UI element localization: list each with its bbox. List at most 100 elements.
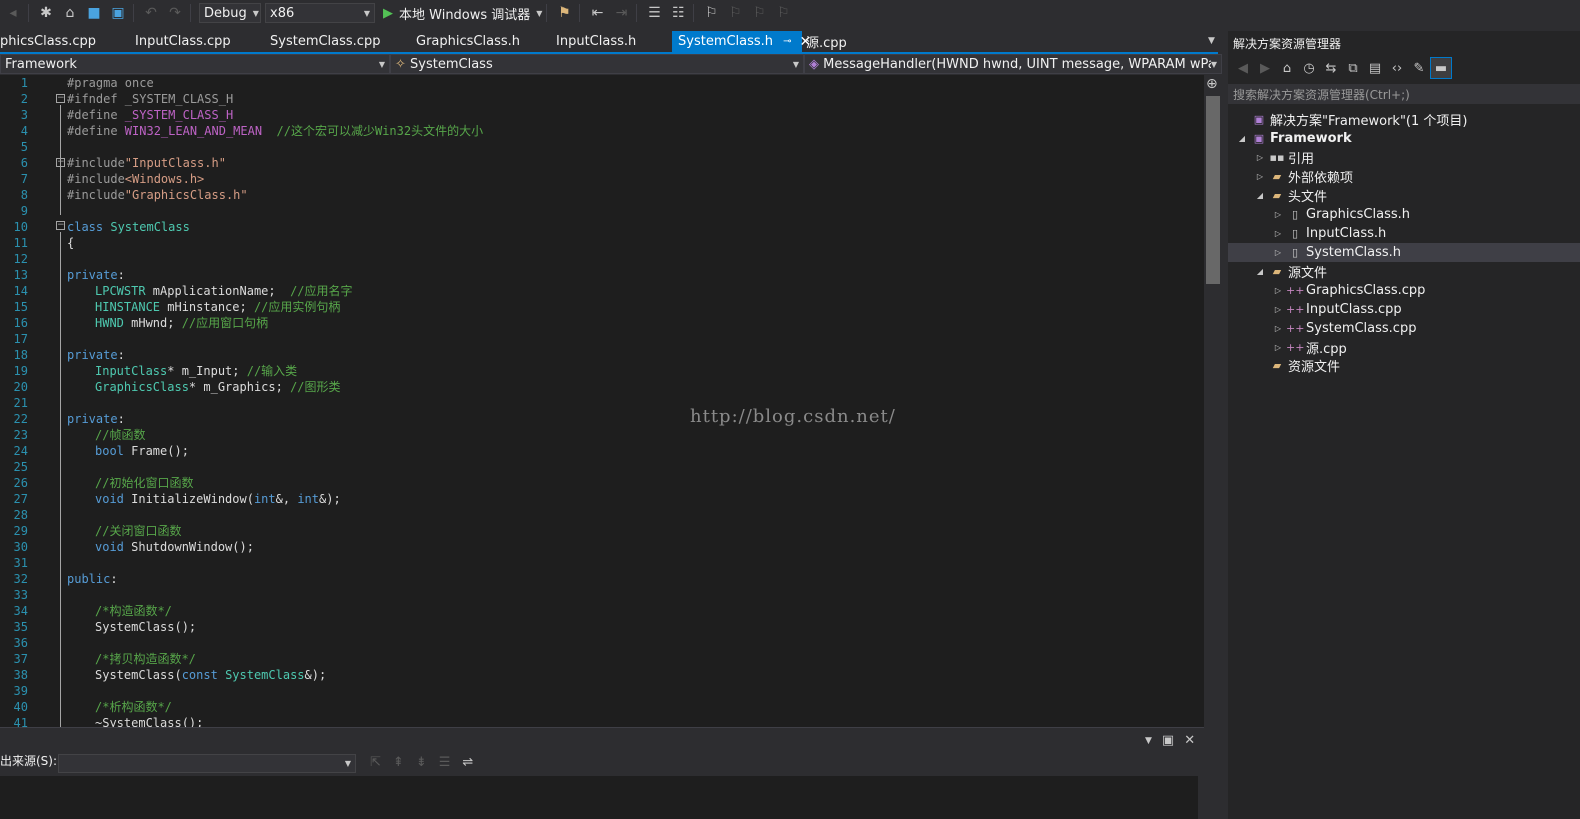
expanded-arrow-icon[interactable]: ◢ — [1234, 134, 1250, 143]
tab-systemclass-cpp[interactable]: SystemClass.cpp — [270, 31, 416, 52]
start-debugging-button[interactable]: ▶ 本地 Windows 调试器 ▼ — [383, 4, 542, 23]
split-window-icon[interactable]: ⊕ — [1206, 76, 1218, 92]
tree-item-header-file-selected[interactable]: ▷ ▯ SystemClass.h — [1228, 243, 1580, 262]
tree-item-label: Framework — [1270, 131, 1352, 146]
tree-item-external-deps[interactable]: ▷ ▰ 外部依赖项 — [1252, 167, 1353, 186]
redo-icon[interactable]: ↷ — [164, 2, 186, 24]
tree-item-label: GraphicsClass.h — [1306, 207, 1410, 222]
code-line-4: #define WIN32_LEAN_AND_MEAN //这个宏可以减少Win… — [67, 123, 483, 139]
tab-graphicsclass-cpp[interactable]: phicsClass.cpp — [0, 31, 135, 52]
solution-config-select[interactable]: Debug ▼ — [199, 3, 261, 23]
tree-item-resources-folder[interactable]: ▰ 资源文件 — [1252, 356, 1340, 375]
collapsed-arrow-icon[interactable]: ▷ — [1270, 343, 1286, 352]
solution-search-input[interactable]: 搜索解决方案资源管理器(Ctrl+;) — [1228, 84, 1580, 104]
class-dropdown[interactable]: ✧ SystemClass ▼ — [390, 54, 804, 74]
line-number: 14 — [13, 284, 28, 298]
tab-inputclass-h[interactable]: InputClass.h — [556, 31, 672, 52]
forward-icon[interactable]: ▶ — [1254, 57, 1276, 79]
line-number: 15 — [13, 300, 28, 314]
clear-all-icon[interactable]: ☰ — [439, 755, 451, 770]
view-code-icon[interactable]: ‹› — [1386, 57, 1408, 79]
comment-lines-icon[interactable]: ☰ — [643, 2, 665, 24]
collapse-icon[interactable]: − — [56, 94, 65, 103]
tree-item-source-file[interactable]: ▷ ++ GraphicsClass.cpp — [1270, 281, 1425, 300]
output-source-select[interactable]: ▼ — [58, 754, 356, 773]
collapse-icon[interactable]: − — [56, 158, 65, 167]
indent-icon[interactable]: ⇥ — [610, 2, 632, 24]
show-all-files-icon[interactable]: ▤ — [1364, 57, 1386, 79]
member-dropdown[interactable]: ◈ MessageHandler(HWND hwnd, UINT message… — [804, 54, 1222, 74]
open-file-icon[interactable]: ⌂ — [59, 2, 81, 24]
find-in-files-icon[interactable]: ⚑ — [553, 2, 575, 24]
find-message-icon[interactable]: ⇱ — [370, 755, 381, 770]
preprocessor-directive: #define — [67, 108, 125, 122]
cpp-file-icon: ++ — [1286, 322, 1305, 335]
code-text-span: ~SystemClass(); — [95, 716, 204, 727]
tree-item-sources-folder[interactable]: ◢ ▰ 源文件 — [1252, 262, 1327, 281]
solution-platform-select[interactable]: x86 ▼ — [265, 3, 375, 23]
tree-item-source-file[interactable]: ▷ ++ InputClass.cpp — [1270, 300, 1402, 319]
sync-icon[interactable]: ⇆ — [1320, 57, 1342, 79]
scrollbar-thumb[interactable] — [1206, 96, 1220, 284]
preview-selected-icon[interactable]: ▬ — [1430, 57, 1452, 79]
line-number: 35 — [13, 620, 28, 634]
tree-item-solution[interactable]: ▣ 解决方案"Framework"(1 个项目) — [1234, 110, 1468, 129]
tab-source-cpp[interactable]: 源.cpp — [802, 31, 882, 52]
collapsed-arrow-icon[interactable]: ▷ — [1270, 210, 1286, 219]
expanded-arrow-icon[interactable]: ◢ — [1252, 267, 1268, 276]
output-text-area[interactable] — [0, 776, 1198, 819]
tab-inputclass-cpp[interactable]: InputClass.cpp — [135, 31, 270, 52]
back-icon[interactable]: ◀ — [1232, 57, 1254, 79]
collapsed-arrow-icon[interactable]: ▷ — [1270, 248, 1286, 257]
uncomment-lines-icon[interactable]: ☷ — [667, 2, 689, 24]
prev-bookmark-icon[interactable]: ⚐ — [724, 2, 746, 24]
word-wrap-icon[interactable]: ⇌ — [462, 755, 473, 770]
next-bookmark-icon[interactable]: ⚐ — [748, 2, 770, 24]
tree-item-header-file[interactable]: ▷ ▯ GraphicsClass.h — [1270, 205, 1410, 224]
prev-message-icon[interactable]: ⇞ — [393, 755, 404, 770]
save-icon[interactable]: ■ — [83, 2, 105, 24]
project-dropdown[interactable]: Framework ▼ — [0, 54, 390, 74]
clear-bookmarks-icon[interactable]: ⚐ — [772, 2, 794, 24]
maximize-icon[interactable]: ▣ — [1162, 733, 1174, 748]
code-comment: //输入类 — [246, 364, 298, 378]
new-project-icon[interactable]: ✱ — [35, 2, 57, 24]
code-line-1: #pragma once — [67, 75, 154, 91]
tree-item-references[interactable]: ▷ ▪▪ 引用 — [1252, 148, 1314, 167]
tree-item-headers-folder[interactable]: ◢ ▰ 头文件 — [1252, 186, 1327, 205]
properties-icon[interactable]: ✎ — [1408, 57, 1430, 79]
collapse-icon[interactable]: − — [56, 221, 65, 230]
collapsed-arrow-icon[interactable]: ▷ — [1252, 172, 1268, 181]
tree-item-source-file[interactable]: ▷ ++ 源.cpp — [1270, 338, 1347, 357]
tree-item-project[interactable]: ◢ ▣ Framework — [1234, 129, 1352, 148]
line-number: 3 — [20, 108, 28, 122]
expanded-arrow-icon[interactable]: ◢ — [1252, 191, 1268, 200]
next-message-icon[interactable]: ⇟ — [416, 755, 427, 770]
tab-label: InputClass.h — [556, 34, 637, 49]
collapsed-arrow-icon[interactable]: ▷ — [1270, 324, 1286, 333]
bookmark-icon[interactable]: ⚐ — [700, 2, 722, 24]
collapsed-arrow-icon[interactable]: ▷ — [1252, 153, 1268, 162]
close-icon[interactable]: ✕ — [1184, 733, 1195, 748]
home-icon[interactable]: ⌂ — [1276, 57, 1298, 79]
chevron-down-icon[interactable]: ▼ — [1145, 736, 1152, 748]
tab-overflow-chevron-icon[interactable]: ▼ — [1208, 36, 1215, 46]
pending-changes-icon[interactable]: ◷ — [1298, 57, 1320, 79]
collapse-all-icon[interactable]: ⧉ — [1342, 57, 1364, 79]
tab-graphicsclass-h[interactable]: GraphicsClass.h — [416, 31, 556, 52]
pin-icon[interactable]: ⊸ — [783, 36, 791, 47]
collapsed-arrow-icon[interactable]: ▷ — [1270, 286, 1286, 295]
code-editor[interactable]: 1 2 3 4 5 6 7 8 9 10 11 12 13 14 15 16 17 18 19 20 21 22 23 24 2… — [0, 75, 1204, 727]
code-text[interactable]: #pragma once #ifndef _SYSTEM_CLASS_H #de… — [67, 75, 1197, 727]
save-all-icon[interactable]: ▣ — [107, 2, 129, 24]
navigate-back-icon[interactable]: ◂ — [2, 2, 24, 24]
undo-icon[interactable]: ↶ — [140, 2, 162, 24]
tree-item-source-file[interactable]: ▷ ++ SystemClass.cpp — [1270, 319, 1417, 338]
code-line-20: GraphicsClass* m_Graphics; //图形类 — [95, 379, 341, 395]
collapsed-arrow-icon[interactable]: ▷ — [1270, 229, 1286, 238]
outdent-icon[interactable]: ⇤ — [586, 2, 608, 24]
tree-item-header-file[interactable]: ▷ ▯ InputClass.h — [1270, 224, 1386, 243]
header-file-icon: ▯ — [1291, 208, 1299, 221]
tab-systemclass-h[interactable]: SystemClass.h ⊸ ✕ — [672, 31, 811, 52]
collapsed-arrow-icon[interactable]: ▷ — [1270, 305, 1286, 314]
